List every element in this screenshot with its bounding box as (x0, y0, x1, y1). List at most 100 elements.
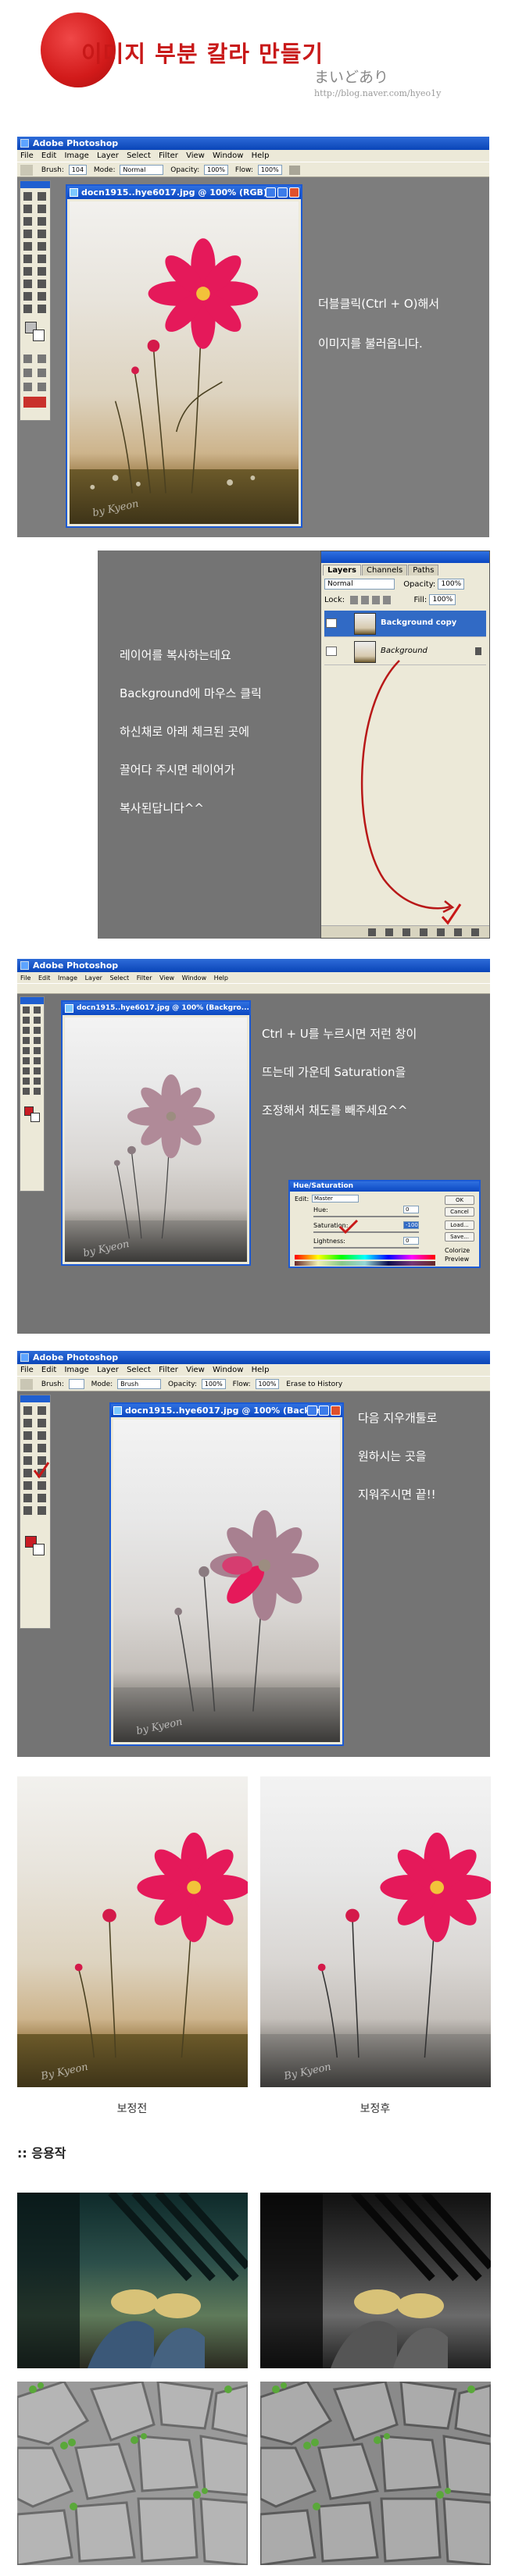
close-button[interactable] (289, 187, 299, 198)
cancel-button[interactable]: Cancel (445, 1207, 474, 1217)
opacity-field[interactable]: 100% (201, 1379, 226, 1389)
menu-edit[interactable]: Edit (38, 974, 51, 982)
menu-view[interactable]: View (186, 1366, 205, 1374)
brush-size-field[interactable]: 104 (68, 165, 88, 175)
photo-canvas[interactable]: by Kyeon (70, 201, 299, 524)
edit-select[interactable]: Master (312, 1195, 359, 1202)
photo-canvas[interactable]: by Kyeon (113, 1420, 340, 1742)
tool-icons[interactable] (20, 1405, 50, 1600)
background-color-swatch[interactable] (30, 1113, 40, 1122)
mode-icons[interactable] (20, 351, 50, 414)
brush-picker[interactable] (68, 1379, 84, 1389)
layer-thumbnail (354, 641, 376, 663)
tab-layers[interactable]: Layers (323, 565, 361, 575)
check-mark-icon (338, 1219, 359, 1235)
page-title: 이미지 부분 칼라 만들기 (81, 41, 324, 67)
tab-paths[interactable]: Paths (408, 565, 439, 575)
step4-note: 다음 지우개툴로 원하시는 곳을 지워주시면 끝!! (358, 1411, 438, 1502)
menu-window[interactable]: Window (213, 151, 243, 160)
flow-field[interactable]: 100% (257, 165, 282, 175)
app-title-bar: Adobe Photoshop (17, 1351, 490, 1364)
brush-tool-icon[interactable] (20, 164, 33, 176)
photo-canvas[interactable]: by Kyeon (65, 1017, 247, 1262)
menu-filter[interactable]: Filter (159, 1366, 178, 1374)
hue-field[interactable]: 0 (403, 1206, 419, 1213)
menu-view[interactable]: View (186, 151, 205, 160)
menu-layer[interactable]: Layer (85, 974, 102, 982)
menu-select[interactable]: Select (127, 1366, 151, 1374)
saturation-slider[interactable] (313, 1231, 419, 1233)
after-photo: By Kyeon (260, 1776, 491, 2087)
mode-select[interactable]: Normal (120, 165, 164, 175)
menu-window[interactable]: Window (182, 974, 207, 982)
layer-background-copy[interactable]: Background copy (324, 611, 486, 637)
load-button[interactable]: Load... (445, 1220, 474, 1230)
menu-filter[interactable]: Filter (159, 151, 178, 160)
minimize-button[interactable] (307, 1406, 317, 1416)
menu-view[interactable]: View (159, 974, 174, 982)
lightness-field[interactable]: 0 (403, 1237, 419, 1245)
lock-icons[interactable] (350, 595, 395, 604)
layer-action-icons[interactable] (321, 926, 491, 939)
menu-image[interactable]: Image (58, 974, 77, 982)
blend-mode-select[interactable]: Normal (324, 579, 395, 590)
example-shoes-partial (260, 2193, 491, 2368)
layers-panel-title (321, 551, 489, 563)
cosmos-flower-image (90, 238, 259, 493)
mode-select[interactable]: Brush (117, 1379, 162, 1389)
menu-help[interactable]: Help (252, 151, 270, 160)
erase-to-history-checkbox[interactable]: Erase to History (286, 1381, 342, 1388)
fill-field[interactable]: 100% (429, 594, 456, 605)
opacity-field[interactable]: 100% (204, 165, 228, 175)
menu-file[interactable]: File (20, 974, 30, 982)
menu-edit[interactable]: Edit (41, 1366, 56, 1374)
menu-file[interactable]: File (20, 1366, 34, 1374)
colorize-checkbox[interactable]: Colorize (445, 1247, 470, 1254)
layer-thumbnail (354, 613, 376, 635)
panel-tabs: Layers Channels Paths (323, 565, 439, 575)
before-caption: 보정전 (116, 2103, 148, 2115)
menu-help[interactable]: Help (252, 1366, 270, 1374)
tool-icons[interactable] (20, 1005, 44, 1161)
menu-select[interactable]: Select (127, 151, 151, 160)
minimize-button[interactable] (266, 187, 276, 198)
opacity-field[interactable]: 100% (438, 579, 465, 590)
eye-icon[interactable] (326, 618, 337, 628)
lightness-slider[interactable] (313, 1247, 419, 1249)
preview-checkbox[interactable]: Preview (445, 1256, 469, 1263)
close-button[interactable] (331, 1406, 341, 1416)
menu-image[interactable]: Image (64, 1366, 88, 1374)
blog-url[interactable]: http://blog.naver.com/hyeo1y (314, 88, 441, 98)
eraser-tool-icon[interactable] (20, 1378, 33, 1390)
background-color-swatch[interactable] (33, 330, 45, 341)
maximize-button[interactable] (319, 1406, 329, 1416)
menu-layer[interactable]: Layer (97, 1366, 119, 1374)
document-icon (70, 188, 78, 197)
menu-help[interactable]: Help (214, 974, 228, 982)
menu-edit[interactable]: Edit (41, 151, 56, 160)
menu-file[interactable]: File (20, 151, 34, 160)
menu-window[interactable]: Window (213, 1366, 243, 1374)
photoshop-window-step1: Adobe Photoshop File Edit Image Layer Se… (17, 137, 489, 537)
background-color-swatch[interactable] (33, 1544, 45, 1555)
menu-filter[interactable]: Filter (137, 974, 152, 982)
airbrush-icon[interactable] (288, 165, 300, 175)
tab-channels[interactable]: Channels (362, 565, 408, 575)
maximize-button[interactable] (277, 187, 288, 198)
save-button[interactable]: Save... (445, 1232, 474, 1242)
menu-layer[interactable]: Layer (97, 151, 119, 160)
app-title-bar: Adobe Photoshop (17, 137, 489, 150)
hue-slider[interactable] (313, 1216, 419, 1217)
ok-button[interactable]: OK (445, 1195, 474, 1205)
document-window: docn1915..hye6017.jpg @ 100% (Backgro...… (61, 1000, 251, 1266)
opacity-label: Opacity: (170, 166, 200, 174)
saturation-field[interactable]: -100 (403, 1221, 419, 1229)
menu-select[interactable]: Select (109, 974, 129, 982)
example-stones-partial (260, 2382, 491, 2565)
layer-background[interactable]: Background (324, 639, 486, 665)
flow-field[interactable]: 100% (255, 1379, 280, 1389)
toolbox-header (20, 181, 50, 188)
eye-icon[interactable] (326, 647, 337, 656)
menu-image[interactable]: Image (64, 151, 88, 160)
dialog-title: Hue/Saturation (290, 1181, 479, 1192)
